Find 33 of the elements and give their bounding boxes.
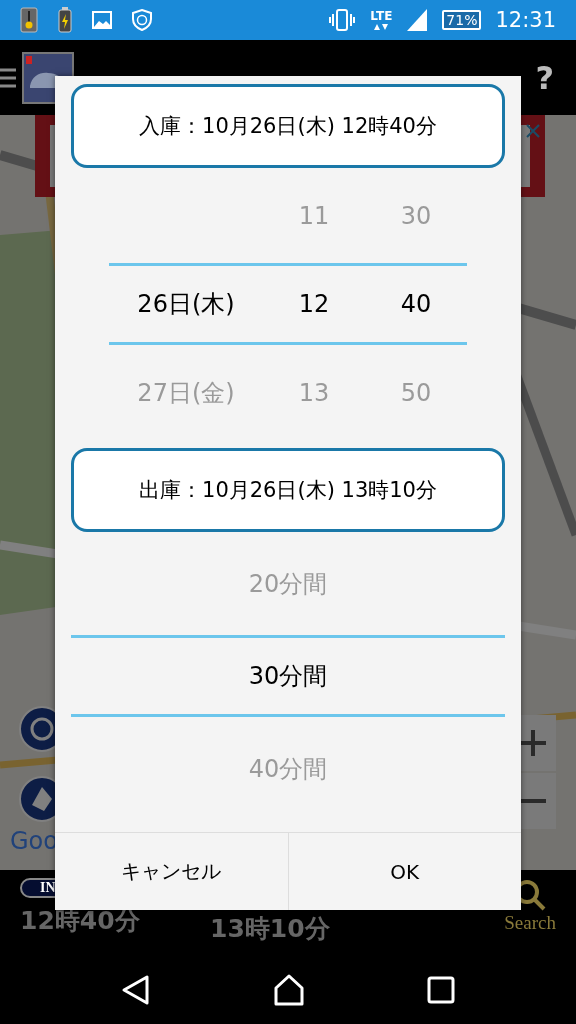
duration-option[interactable]: 20分間 [248, 567, 328, 600]
picker-hour[interactable]: 13 [298, 378, 330, 407]
signal-icon [406, 8, 429, 32]
ok-button[interactable]: OK [287, 833, 521, 910]
duration-option[interactable]: 30分間 [248, 660, 328, 692]
battery-charging-icon [58, 7, 72, 33]
close-icon[interactable] [525, 123, 541, 139]
menu-icon[interactable] [0, 66, 16, 89]
image-icon [92, 11, 112, 29]
picker-minute[interactable]: 40 [400, 290, 432, 318]
back-button[interactable] [121, 973, 151, 1006]
duration-option[interactable]: 40分間 [248, 752, 328, 785]
home-button[interactable] [273, 973, 305, 1006]
recents-button[interactable] [427, 975, 455, 1004]
data-arrows-icon [373, 23, 390, 30]
cancel-button[interactable]: キャンセル [55, 833, 288, 910]
clock: 12:31 [495, 8, 556, 32]
shield-icon [132, 9, 152, 31]
help-button[interactable]: ? [535, 58, 554, 97]
vibrate-icon [328, 9, 357, 31]
picker-minute[interactable]: 30 [400, 201, 432, 230]
end-header: 出庫：10月26日(木) 13時10分 [71, 448, 505, 532]
phone-icon [20, 7, 38, 33]
picker-hour[interactable]: 12 [298, 290, 330, 318]
picker-date[interactable]: 26日(木) [137, 290, 235, 318]
start-header: 入庫：10月26日(木) 12時40分 [71, 84, 505, 168]
picker-date[interactable]: 27日(金) [137, 378, 235, 407]
picker-minute[interactable]: 50 [400, 378, 432, 407]
map-attribution: Goo [10, 827, 58, 855]
end-time: 13時10分 [210, 913, 331, 945]
network-label: LTE [370, 10, 393, 23]
battery-indicator: 71% [442, 10, 482, 30]
picker-hour[interactable]: 11 [298, 201, 330, 230]
